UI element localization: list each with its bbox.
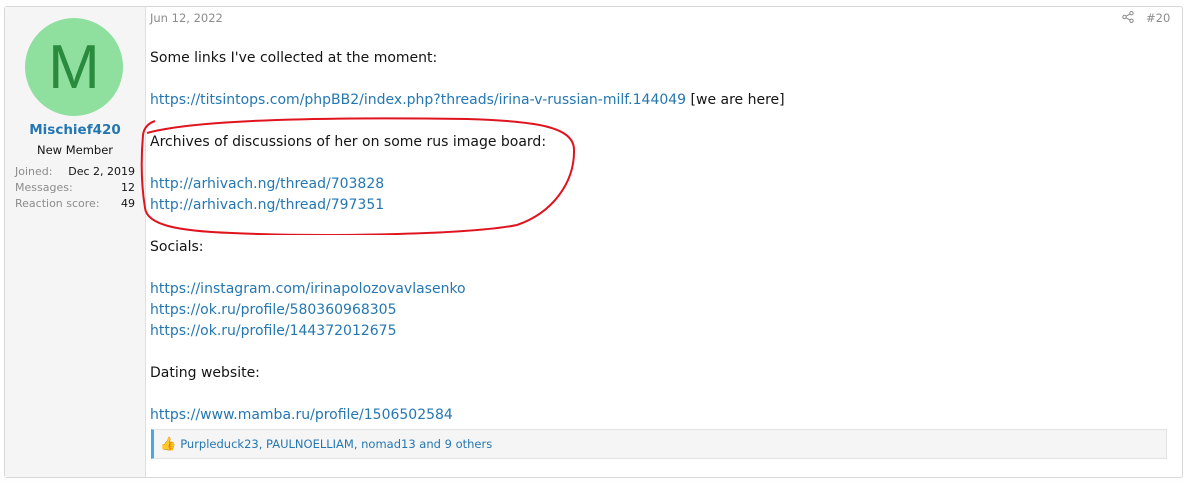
stat-label: Reaction score: [15,197,100,210]
social-link[interactable]: https://ok.ru/profile/580360968305 [150,301,396,319]
thumbs-up-icon: 👍 [160,436,177,452]
highlight-annotation [140,117,576,235]
reactions-text[interactable]: Purpleduck23, PAULNOELLIAM, nomad13 and … [180,437,492,451]
avatar-letter: M [48,32,100,102]
reactions-bar[interactable]: 👍 Purpleduck23, PAULNOELLIAM, nomad13 an… [151,429,1167,459]
dating-heading: Dating website: [150,365,260,381]
share-icon[interactable] [1122,11,1134,23]
stat-label: Joined: [15,165,53,178]
user-stats: Joined: Dec 2, 2019 Messages: 12 Reactio… [15,164,135,212]
stat-joined: Joined: Dec 2, 2019 [15,164,135,180]
thread-line: https://titsintops.com/phpBB2/index.php?… [150,91,785,109]
social-link[interactable]: https://instagram.com/irinapolozovavlase… [150,280,466,298]
thread-note: [we are here] [686,92,785,108]
stat-reaction-score: Reaction score: 49 [15,196,135,212]
dating-link[interactable]: https://www.mamba.ru/profile/1506502584 [150,406,453,424]
stat-value: 12 [121,181,135,194]
avatar[interactable]: M [25,18,123,116]
user-title: New Member [36,143,114,157]
username[interactable]: Mischief420 [5,122,145,138]
stat-messages: Messages: 12 [15,180,135,196]
stat-value: 49 [121,197,135,210]
intro-text: Some links I've collected at the moment: [150,50,438,66]
thread-link[interactable]: https://titsintops.com/phpBB2/index.php?… [150,92,686,108]
post-date[interactable]: Jun 12, 2022 [150,11,223,25]
stat-value: Dec 2, 2019 [68,165,135,178]
social-link[interactable]: https://ok.ru/profile/144372012675 [150,322,396,340]
stat-label: Messages: [15,181,73,194]
socials-heading: Socials: [150,239,204,255]
post-number[interactable]: #20 [1146,11,1170,25]
user-panel: M Mischief420 New Member Joined: Dec 2, … [5,7,146,477]
